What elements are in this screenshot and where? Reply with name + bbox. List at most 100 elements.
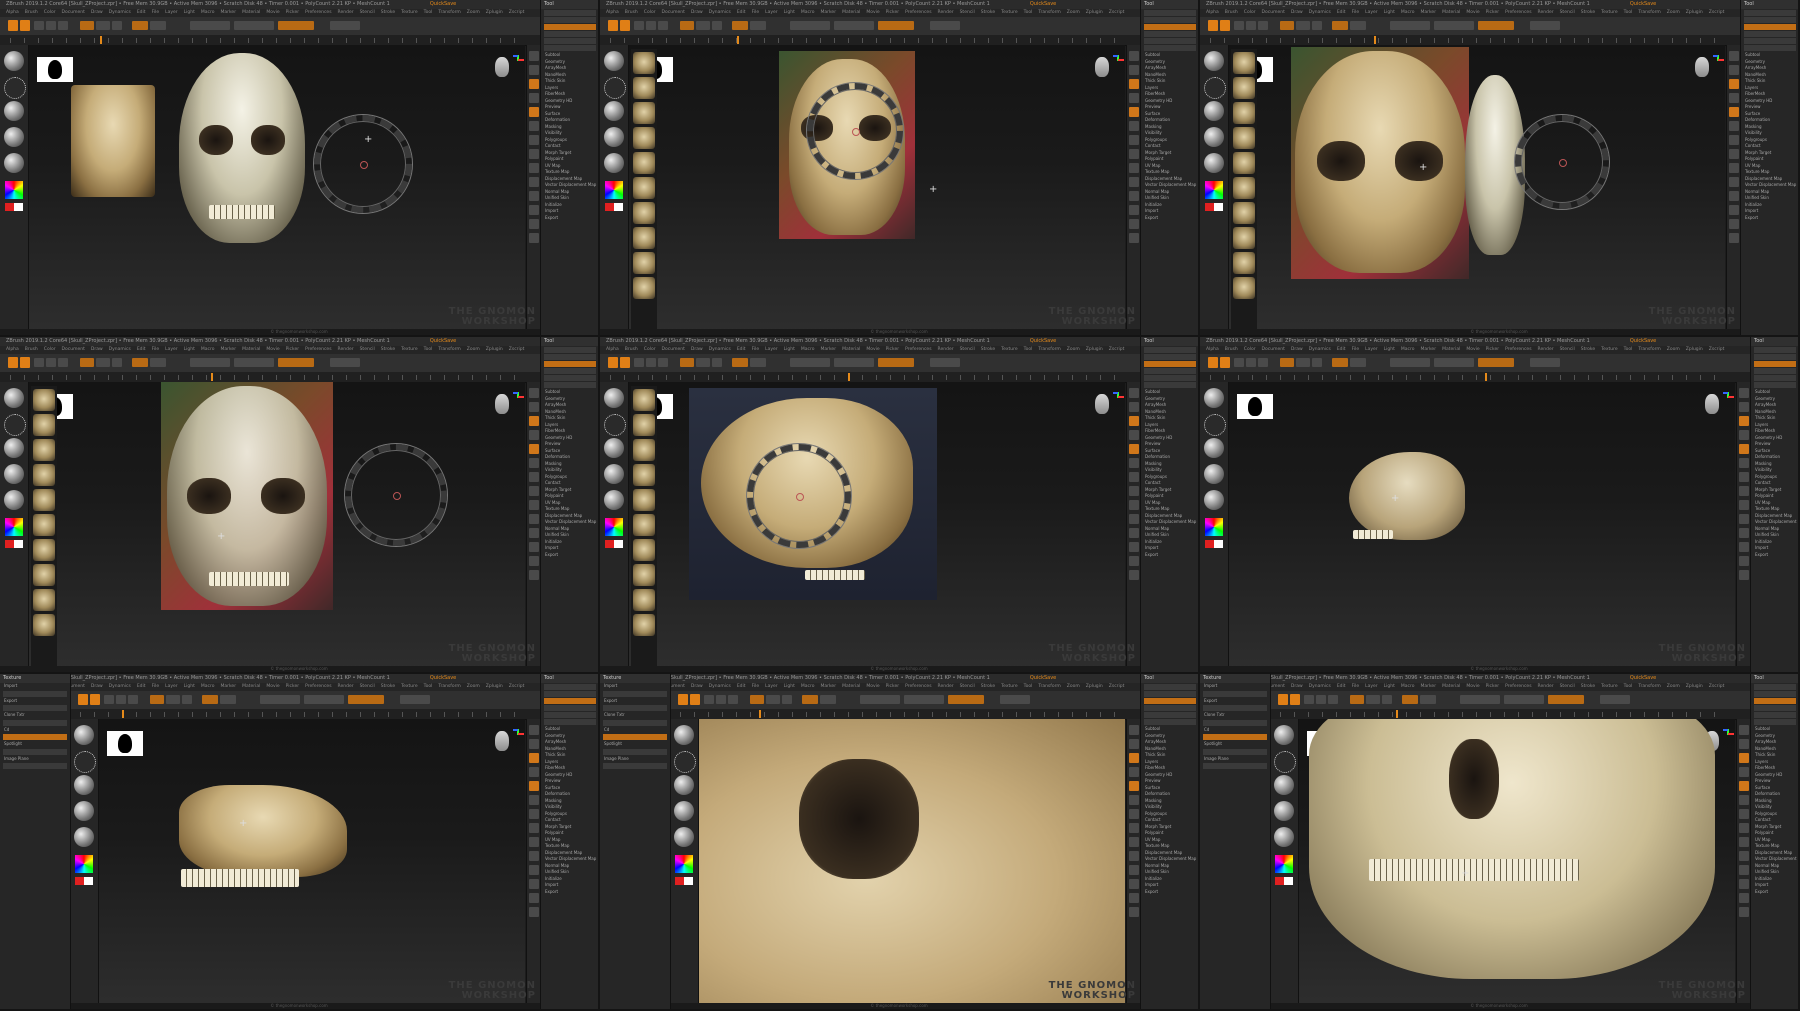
menu-item-stencil[interactable]: Stencil: [1560, 347, 1575, 352]
menu-item-file[interactable]: File: [152, 684, 160, 689]
menu-item-layer[interactable]: Layer: [165, 347, 178, 352]
menu-item-edit[interactable]: Edit: [137, 10, 146, 15]
menu-item-render[interactable]: Render: [1538, 684, 1554, 689]
reference-thumbnail[interactable]: [1233, 252, 1255, 274]
reference-thumbnail[interactable]: [633, 102, 655, 124]
right-shelf-button[interactable]: [1739, 500, 1749, 510]
dynamic-button[interactable]: [330, 21, 360, 30]
menu-item-stencil[interactable]: Stencil: [360, 684, 375, 689]
menu-item-zplugin[interactable]: Zplugin: [1086, 684, 1103, 689]
right-shelf-button[interactable]: [1739, 514, 1749, 524]
spotlight-center[interactable]: [393, 492, 401, 500]
right-shelf-button[interactable]: [1129, 528, 1139, 538]
zadd-button[interactable]: [732, 358, 748, 367]
secondary-color-swatch[interactable]: [614, 540, 623, 548]
reference-thumbnail[interactable]: [33, 614, 55, 636]
m-button[interactable]: [1312, 358, 1322, 367]
move-button[interactable]: [704, 695, 714, 704]
menu-item-dynamics[interactable]: Dynamics: [109, 347, 131, 352]
reference-thumbnail[interactable]: [33, 564, 55, 586]
menu-item-marker[interactable]: Marker: [221, 10, 237, 15]
edit-button[interactable]: [8, 357, 18, 368]
stroke-icon[interactable]: [604, 414, 626, 436]
texture-panel-item[interactable]: Image Plane: [0, 756, 70, 763]
dynamic-button[interactable]: [330, 358, 360, 367]
tool-panel-button[interactable]: [544, 698, 596, 704]
texture-icon[interactable]: [4, 464, 24, 484]
draw-size-slider[interactable]: [1434, 21, 1474, 30]
color-picker-icon[interactable]: [675, 855, 693, 873]
secondary-color-swatch[interactable]: [1214, 203, 1223, 211]
dynamic-button[interactable]: [930, 358, 960, 367]
tool-panel-button[interactable]: [1144, 354, 1196, 360]
primary-color-swatch[interactable]: [75, 877, 84, 885]
right-shelf-button[interactable]: [529, 135, 539, 145]
canvas-viewport[interactable]: +: [629, 45, 1125, 335]
reference-thumbnail[interactable]: [1233, 52, 1255, 74]
menu-item-tool[interactable]: Tool: [424, 10, 433, 15]
right-shelf-button[interactable]: [1729, 51, 1739, 61]
menu-item-macro[interactable]: Macro: [1401, 347, 1415, 352]
tool-panel-button[interactable]: [544, 17, 596, 23]
reference-thumbnail[interactable]: [633, 127, 655, 149]
menu-item-zscript[interactable]: Zscript: [509, 684, 525, 689]
menu-item-macro[interactable]: Macro: [201, 347, 215, 352]
right-shelf-button[interactable]: [529, 753, 539, 763]
menu-item-color[interactable]: Color: [44, 347, 56, 352]
menu-item-transform[interactable]: Transform: [1638, 10, 1660, 15]
move-button[interactable]: [1304, 695, 1314, 704]
tool-panel-button[interactable]: [1144, 691, 1196, 697]
tool-panel-button[interactable]: [544, 31, 596, 37]
mrgb-button[interactable]: [1280, 358, 1294, 367]
menu-item-zoom[interactable]: Zoom: [1667, 684, 1680, 689]
tool-panel-button[interactable]: [544, 375, 596, 381]
reference-thumbnail[interactable]: [33, 414, 55, 436]
tool-panel-button[interactable]: [1144, 705, 1196, 711]
menu-item-macro[interactable]: Macro: [801, 684, 815, 689]
rotate-button[interactable]: [728, 695, 738, 704]
canvas-viewport[interactable]: +: [1229, 45, 1725, 335]
timeline-marker[interactable]: [211, 373, 213, 381]
tool-panel-button[interactable]: [544, 10, 596, 16]
spotlight-center[interactable]: [360, 161, 368, 169]
menu-item-draw[interactable]: Draw: [1291, 684, 1303, 689]
right-shelf-button[interactable]: [1129, 809, 1139, 819]
menu-item-transform[interactable]: Transform: [438, 347, 460, 352]
menu-item-texture[interactable]: Texture: [1601, 684, 1617, 689]
zadd-button[interactable]: [132, 358, 148, 367]
tool-panel-item[interactable]: Vector Displacement Map: [541, 182, 598, 189]
texture-panel-row[interactable]: [3, 719, 67, 726]
right-shelf-button[interactable]: [1129, 542, 1139, 552]
right-shelf-button[interactable]: [1129, 149, 1139, 159]
tool-panel-button[interactable]: [1144, 38, 1196, 44]
menu-item-marker[interactable]: Marker: [221, 347, 237, 352]
right-shelf-button[interactable]: [1739, 753, 1749, 763]
menu-item-document[interactable]: Document: [1262, 10, 1285, 15]
reference-thumbnail[interactable]: [633, 589, 655, 611]
mrgb-button[interactable]: [1350, 695, 1364, 704]
right-shelf-button[interactable]: [529, 233, 539, 243]
scale-button[interactable]: [116, 695, 126, 704]
right-shelf-button[interactable]: [1739, 444, 1749, 454]
menu-item-edit[interactable]: Edit: [137, 684, 146, 689]
menu-item-dynamics[interactable]: Dynamics: [709, 347, 731, 352]
right-shelf-button[interactable]: [1729, 93, 1739, 103]
draw-button[interactable]: [690, 694, 700, 705]
right-shelf-button[interactable]: [529, 79, 539, 89]
right-shelf-button[interactable]: [1129, 570, 1139, 580]
menu-item-tool[interactable]: Tool: [1624, 684, 1633, 689]
texture-panel-row[interactable]: [603, 690, 667, 697]
right-shelf-button[interactable]: [529, 416, 539, 426]
texture-panel-item[interactable]: Clone Txtr: [1200, 712, 1270, 719]
menu-item-texture[interactable]: Texture: [1001, 684, 1017, 689]
menu-item-transform[interactable]: Transform: [1638, 347, 1660, 352]
edit-button[interactable]: [1208, 357, 1218, 368]
texture-panel-item[interactable]: Image Plane: [1200, 756, 1270, 763]
reference-thumbnail[interactable]: [33, 589, 55, 611]
right-shelf-button[interactable]: [529, 528, 539, 538]
move-button[interactable]: [1234, 21, 1244, 30]
menu-item-movie[interactable]: Movie: [1466, 347, 1479, 352]
menu-item-light[interactable]: Light: [1384, 10, 1395, 15]
right-shelf-button[interactable]: [1129, 837, 1139, 847]
reference-thumbnail[interactable]: [1233, 277, 1255, 299]
